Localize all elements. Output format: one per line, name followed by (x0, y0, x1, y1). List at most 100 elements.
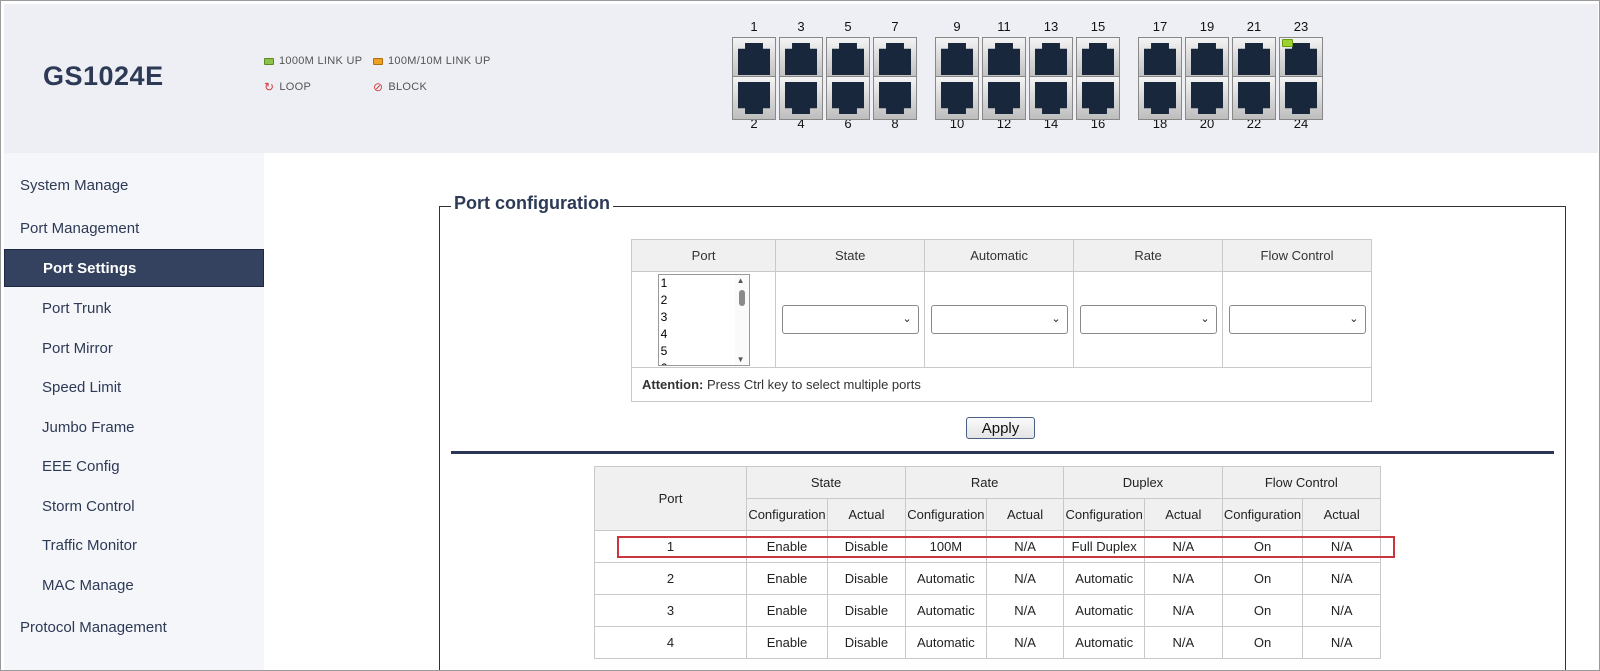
state-select[interactable]: ⌄ (781, 305, 919, 334)
apply-button[interactable]: Apply (966, 417, 1035, 439)
ethernet-port-icon[interactable] (732, 37, 776, 81)
port-number-label: 23 (1293, 19, 1309, 34)
ethernet-port-icon[interactable] (826, 37, 870, 81)
scrollbar-thumb[interactable] (738, 289, 745, 306)
ethernet-port-icon[interactable] (1232, 37, 1276, 81)
attention-note: Attention: Press Ctrl key to select mult… (631, 367, 1372, 402)
port-jack (738, 43, 770, 75)
port-jack (1238, 43, 1270, 75)
link-led-icon (1282, 39, 1293, 47)
rate-select-cell: ⌄ (1073, 271, 1224, 368)
ethernet-port-icon[interactable] (873, 76, 917, 120)
sidebar-item-port-settings[interactable]: Port Settings (4, 249, 264, 287)
attention-text: Press Ctrl key to select multiple ports (703, 377, 921, 392)
port-jack (988, 43, 1020, 75)
cell-state-config: Enable (746, 626, 828, 659)
legend-fast-label: 100M/10M LINK UP (388, 55, 491, 67)
status-header-state: State (746, 466, 906, 499)
cell-port: 1 (593, 530, 748, 563)
sidebar-item-protocol-management[interactable]: Protocol Management (4, 608, 264, 646)
ethernet-port-icon[interactable] (826, 76, 870, 120)
header: GS1024E 1000M LINK UP 100M/10M LINK UP ↻… (4, 4, 1598, 153)
table-row: 1 Enable Disable 100M N/A Full Duplex N/… (593, 530, 1381, 563)
ethernet-port-icon[interactable] (1029, 37, 1073, 81)
ethernet-port-icon[interactable] (982, 37, 1026, 81)
ethernet-port-icon[interactable] (1076, 76, 1120, 120)
cell-flow-actual: N/A (1302, 562, 1381, 595)
port-jack (1035, 82, 1067, 114)
port-jack (879, 43, 911, 75)
scroll-down-icon[interactable]: ▼ (737, 355, 745, 364)
ethernet-port-icon[interactable] (935, 37, 979, 81)
ethernet-port-icon[interactable] (1076, 37, 1120, 81)
port-jack (1082, 43, 1114, 75)
sidebar: System Manage Port Management Port Setti… (4, 153, 264, 670)
sidebar-item-traffic-monitor[interactable]: Traffic Monitor (4, 526, 264, 564)
sidebar-item-system-manage[interactable]: System Manage (4, 166, 264, 204)
block-icon: ⊘ (373, 80, 384, 94)
legend-block: ⊘ BLOCK (373, 81, 427, 93)
ethernet-port-icon[interactable] (1279, 76, 1323, 120)
ethernet-port-icon[interactable] (1185, 76, 1229, 120)
sub-header-actual: Actual (1144, 498, 1223, 531)
cell-state-config: Enable (746, 530, 828, 563)
cell-state-actual: Disable (826, 594, 906, 627)
port-jack (1191, 43, 1223, 75)
ethernet-port-icon[interactable] (1029, 76, 1073, 120)
port-listbox[interactable]: 1 2 3 4 5 6 ▲ ▼ (657, 273, 750, 366)
automatic-select-cell: ⌄ (924, 271, 1075, 368)
legend-loop: ↻ LOOP (264, 81, 311, 93)
sidebar-item-port-mirror[interactable]: Port Mirror (4, 329, 264, 367)
port-number-label: 21 (1246, 19, 1262, 34)
sidebar-item-port-management[interactable]: Port Management (4, 209, 264, 247)
page-frame: GS1024E 1000M LINK UP 100M/10M LINK UP ↻… (0, 0, 1600, 671)
ethernet-port-icon[interactable] (1138, 76, 1182, 120)
config-header-automatic: Automatic (924, 239, 1075, 272)
ethernet-port-icon[interactable] (1232, 76, 1276, 120)
port-jack (1144, 43, 1176, 75)
cell-port: 2 (593, 562, 748, 595)
ethernet-port-icon[interactable] (1185, 37, 1229, 81)
config-header-state: State (775, 239, 926, 272)
status-header-rate: Rate (904, 466, 1065, 499)
ethernet-port-icon[interactable] (1279, 37, 1323, 81)
chevron-down-icon: ⌄ (1349, 313, 1359, 325)
status-header-flow-control: Flow Control (1221, 466, 1382, 499)
ethernet-port-icon[interactable] (935, 76, 979, 120)
chevron-down-icon: ⌄ (1200, 313, 1210, 325)
sidebar-item-port-trunk[interactable]: Port Trunk (4, 289, 264, 327)
status-header-duplex: Duplex (1063, 466, 1223, 499)
cell-rate-config: Automatic (904, 626, 987, 659)
port-number-label: 5 (844, 19, 852, 34)
ethernet-port-icon[interactable] (779, 37, 823, 81)
port-number-label: 19 (1199, 19, 1215, 34)
cell-state-config: Enable (746, 594, 828, 627)
chevron-down-icon: ⌄ (902, 313, 912, 325)
sidebar-item-mac-manage[interactable]: MAC Manage (4, 566, 264, 604)
cell-flow-config: On (1221, 562, 1304, 595)
ethernet-port-icon[interactable] (779, 76, 823, 120)
ethernet-port-icon[interactable] (982, 76, 1026, 120)
scroll-up-icon[interactable]: ▲ (737, 276, 745, 285)
flow-control-select[interactable]: ⌄ (1228, 305, 1366, 334)
sidebar-item-storm-control[interactable]: Storm Control (4, 487, 264, 525)
ethernet-port-icon[interactable] (1138, 37, 1182, 81)
port-list-cell: 1 2 3 4 5 6 ▲ ▼ (630, 271, 777, 368)
automatic-select[interactable]: ⌄ (930, 305, 1068, 334)
listbox-scrollbar[interactable]: ▲ ▼ (734, 274, 749, 365)
sidebar-item-speed-limit[interactable]: Speed Limit (4, 368, 264, 406)
rate-select[interactable]: ⌄ (1079, 305, 1217, 334)
cell-flow-actual: N/A (1302, 594, 1381, 627)
port-jack (988, 82, 1020, 114)
ethernet-port-icon[interactable] (873, 37, 917, 81)
config-form-table: Port State Automatic Rate Flow Control 1… (630, 239, 1372, 402)
state-select-cell: ⌄ (775, 271, 926, 368)
sub-header-configuration: Configuration (1063, 498, 1146, 531)
loop-icon: ↻ (264, 80, 275, 94)
sidebar-item-jumbo-frame[interactable]: Jumbo Frame (4, 408, 264, 446)
ethernet-port-icon[interactable] (732, 76, 776, 120)
port-jack (785, 43, 817, 75)
table-row: 2 Enable Disable Automatic N/A Automatic… (593, 562, 1381, 595)
sidebar-item-eee-config[interactable]: EEE Config (4, 447, 264, 485)
cell-duplex-config: Automatic (1063, 594, 1146, 627)
